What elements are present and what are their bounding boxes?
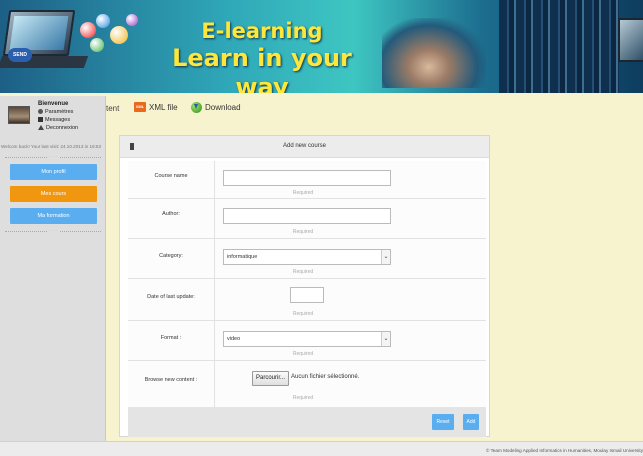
- settings-link[interactable]: Paramètres: [38, 109, 73, 115]
- site-title-line1: E-learning: [201, 19, 323, 43]
- hand-touch-graphic: [382, 18, 486, 88]
- chevron-down-icon[interactable]: ⌄: [381, 250, 390, 264]
- author-input[interactable]: [223, 208, 391, 224]
- reset-button[interactable]: Reset: [432, 414, 454, 430]
- format-row: Format : video ⌄ Required: [128, 321, 486, 361]
- date-input[interactable]: [290, 287, 324, 303]
- messages-label: Messages: [45, 117, 71, 123]
- logout-link[interactable]: Deconnexion: [38, 125, 78, 131]
- avatar[interactable]: [8, 106, 30, 124]
- category-value: informatique: [227, 254, 258, 260]
- divider-text: ······: [47, 228, 59, 233]
- category-row: Category: informatique ⌄ Required: [128, 239, 486, 279]
- course-name-label: Course name: [154, 173, 188, 179]
- add-button[interactable]: Add: [463, 414, 479, 430]
- browse-row: Browse new content : Parcourir... Aucun …: [128, 361, 486, 407]
- tab-download[interactable]: Download: [191, 102, 241, 113]
- nav-profile-button[interactable]: Mon profil: [10, 164, 97, 180]
- user-box: Bienvenue Paramètres Messages Deconnexio…: [0, 96, 105, 140]
- format-label: Format :: [160, 335, 182, 341]
- sidebar: Bienvenue Paramètres Messages Deconnexio…: [0, 96, 106, 441]
- chevron-down-icon[interactable]: ⌄: [381, 332, 390, 346]
- date-label: Date of last update:: [147, 294, 195, 300]
- download-icon: [191, 102, 202, 113]
- panel-title: Add new course: [282, 143, 327, 149]
- copyright-text: © Team Modeling Applied Informatics in H…: [486, 448, 643, 453]
- course-name-input[interactable]: [223, 170, 391, 186]
- divider: ······: [5, 228, 101, 234]
- format-select[interactable]: video ⌄: [223, 331, 391, 347]
- media-icons-graphic: [76, 12, 146, 62]
- divider: ······: [5, 154, 101, 160]
- site-title: E-learning Learn in your way: [172, 19, 352, 93]
- category-select[interactable]: informatique ⌄: [223, 249, 391, 265]
- browse-required: Required: [292, 395, 314, 401]
- exit-icon: [38, 125, 44, 131]
- xml-file-icon: XML: [134, 102, 146, 112]
- last-visit-text: Welcom back! Your last visit: 24.10.2013…: [1, 144, 102, 149]
- category-label: Category:: [159, 253, 183, 259]
- category-required: Required: [292, 269, 314, 275]
- form-footer: Reset Add: [128, 407, 486, 437]
- date-row: Date of last update: Required: [128, 279, 486, 321]
- author-label: Author:: [162, 211, 180, 217]
- welcome-title: Bienvenue: [38, 101, 69, 107]
- course-name-row: Course name Required: [128, 161, 486, 199]
- divider-text: ······: [47, 154, 59, 159]
- download-label: Download: [205, 103, 241, 112]
- course-name-required: Required: [292, 190, 314, 196]
- bookshelf-graphic: [499, 0, 619, 93]
- panel-header: Add new course: [120, 136, 489, 158]
- add-course-panel: Add new course Course name Required Auth…: [119, 135, 490, 437]
- envelope-icon: [38, 117, 43, 123]
- settings-label: Paramètres: [45, 109, 74, 115]
- xml-file-label: XML file: [149, 102, 178, 112]
- tab-content[interactable]: tent: [106, 104, 119, 113]
- form-body: Course name Required Author: Required Ca…: [128, 161, 486, 411]
- logout-label: Deconnexion: [46, 125, 79, 131]
- nav-training-button[interactable]: Ma formation: [10, 208, 97, 224]
- browse-button[interactable]: Parcourir...: [252, 371, 290, 386]
- tab-xml-file[interactable]: XML XML file: [134, 102, 178, 112]
- author-row: Author: Required: [128, 199, 486, 239]
- toolbar: tent XML XML file Download: [106, 96, 643, 126]
- gear-icon: [38, 109, 43, 115]
- author-required: Required: [292, 229, 314, 235]
- browse-status: Aucun fichier sélectionné.: [291, 374, 360, 380]
- send-badge: SEND: [8, 48, 32, 62]
- format-required: Required: [292, 351, 314, 357]
- laptop-graphic-right: [618, 18, 643, 62]
- page-footer: © Team Modeling Applied Informatics in H…: [0, 441, 643, 456]
- date-required: Required: [292, 311, 314, 317]
- nav-courses-button[interactable]: Mes cours: [10, 186, 97, 202]
- site-title-line2: Learn in your way: [172, 44, 352, 93]
- browse-label: Browse new content :: [144, 377, 198, 383]
- header-banner: SEND E-learning Learn in your way: [0, 0, 643, 93]
- format-value: video: [227, 336, 241, 342]
- messages-link[interactable]: Messages: [38, 117, 70, 123]
